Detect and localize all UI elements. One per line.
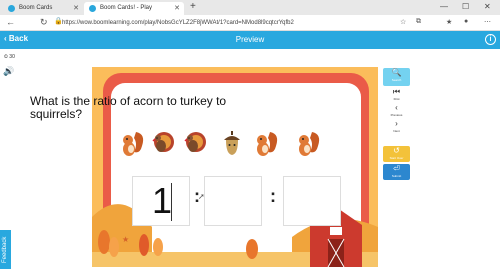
chevron-left-icon: ‹ [395, 103, 398, 112]
squirrel-icon [123, 132, 144, 156]
tree [139, 234, 149, 256]
close-tab-icon[interactable]: ✕ [174, 2, 180, 15]
tab-title: Boom Cards [19, 5, 53, 11]
tree [98, 230, 110, 254]
chevron-right-icon: › [395, 119, 398, 128]
mouse-cursor-icon: ➚ [198, 192, 205, 201]
answer-value-3 [284, 177, 342, 227]
answer-field-1[interactable]: 1 [132, 176, 190, 226]
first-page-icon: ⏮ [392, 87, 401, 96]
start-over-button[interactable]: ↺ Start Over [383, 146, 410, 162]
maximize-icon[interactable]: ☐ [462, 2, 469, 11]
back-arrow-icon[interactable]: ← [6, 17, 15, 27]
search-icon: 🔍 [391, 68, 402, 77]
new-tab-icon[interactable]: + [190, 1, 196, 12]
squirrel-icon [257, 132, 278, 156]
next-label: Next [393, 129, 400, 133]
squirrel-icon [299, 132, 320, 156]
previous-label: Previous [390, 113, 403, 117]
boom-favicon [89, 5, 96, 12]
restart-icon: ↺ [393, 146, 400, 155]
first-label: First [393, 97, 400, 101]
timer[interactable]: ⏲ 30 [4, 54, 15, 60]
submit-label: Submit [391, 174, 402, 178]
tree [109, 237, 119, 257]
feedback-tab[interactable]: Feedback [0, 230, 11, 269]
address-bar: ← ↻ 🔒 https://wow.boomlearning.com/play/… [0, 15, 500, 31]
turkey-icon [152, 132, 174, 152]
browser-tab-bar: Boom Cards ✕ Boom Cards! - Play ✕ + — ☐ … [0, 0, 500, 15]
minimize-icon[interactable]: — [440, 2, 448, 11]
close-window-icon[interactable]: ✕ [484, 2, 491, 11]
first-button[interactable]: ⏮ First [383, 87, 410, 104]
app-header: ‹ Back Preview i [0, 31, 500, 49]
start-over-label: Start Over [389, 156, 404, 160]
picture-row [118, 128, 348, 160]
star-icon[interactable]: ☆ [400, 18, 406, 26]
tree [246, 239, 258, 259]
answer-value-1: 1 [151, 180, 173, 221]
next-button[interactable]: › Next [383, 119, 410, 136]
search-button[interactable]: 🔍 Search [383, 68, 410, 86]
boom-favicon [8, 5, 15, 12]
question-text: What is the ratio of acorn to turkey to … [30, 94, 227, 121]
previous-button[interactable]: ‹ Previous [383, 103, 410, 120]
star-decoration: ★ [122, 235, 129, 244]
browser-tab-boom-cards[interactable]: Boom Cards ✕ [3, 2, 83, 15]
close-tab-icon[interactable]: ✕ [73, 2, 79, 15]
profile-icon[interactable]: ● [464, 18, 468, 25]
ratio-separator: : [270, 186, 276, 206]
acorn-icon [224, 131, 240, 155]
turkey-icon [184, 132, 206, 152]
text-caret [171, 183, 172, 221]
collections-icon[interactable]: ⧉ [416, 18, 421, 26]
speaker-icon[interactable]: 🔊 [3, 66, 14, 77]
refresh-icon[interactable]: ↻ [40, 17, 48, 28]
answer-value-2 [205, 177, 263, 227]
submit-icon: ⏎ [393, 164, 400, 173]
url-field[interactable]: https://wow.boomlearning.com/play/NobsGc… [62, 18, 392, 29]
favorites-icon[interactable]: ★ [446, 18, 452, 26]
page-title: Preview [235, 35, 265, 44]
tab-title: Boom Cards! - Play [100, 5, 153, 11]
tree [153, 238, 163, 256]
info-icon[interactable]: i [485, 34, 496, 45]
submit-button[interactable]: ⏎ Submit [383, 164, 410, 180]
menu-icon[interactable]: ⋯ [484, 18, 491, 26]
search-label: Search [391, 78, 402, 82]
timer-label: 30 [9, 54, 15, 60]
browser-tab-play[interactable]: Boom Cards! - Play ✕ [84, 2, 184, 15]
answer-field-3[interactable] [283, 176, 341, 226]
answer-field-2[interactable] [204, 176, 262, 226]
